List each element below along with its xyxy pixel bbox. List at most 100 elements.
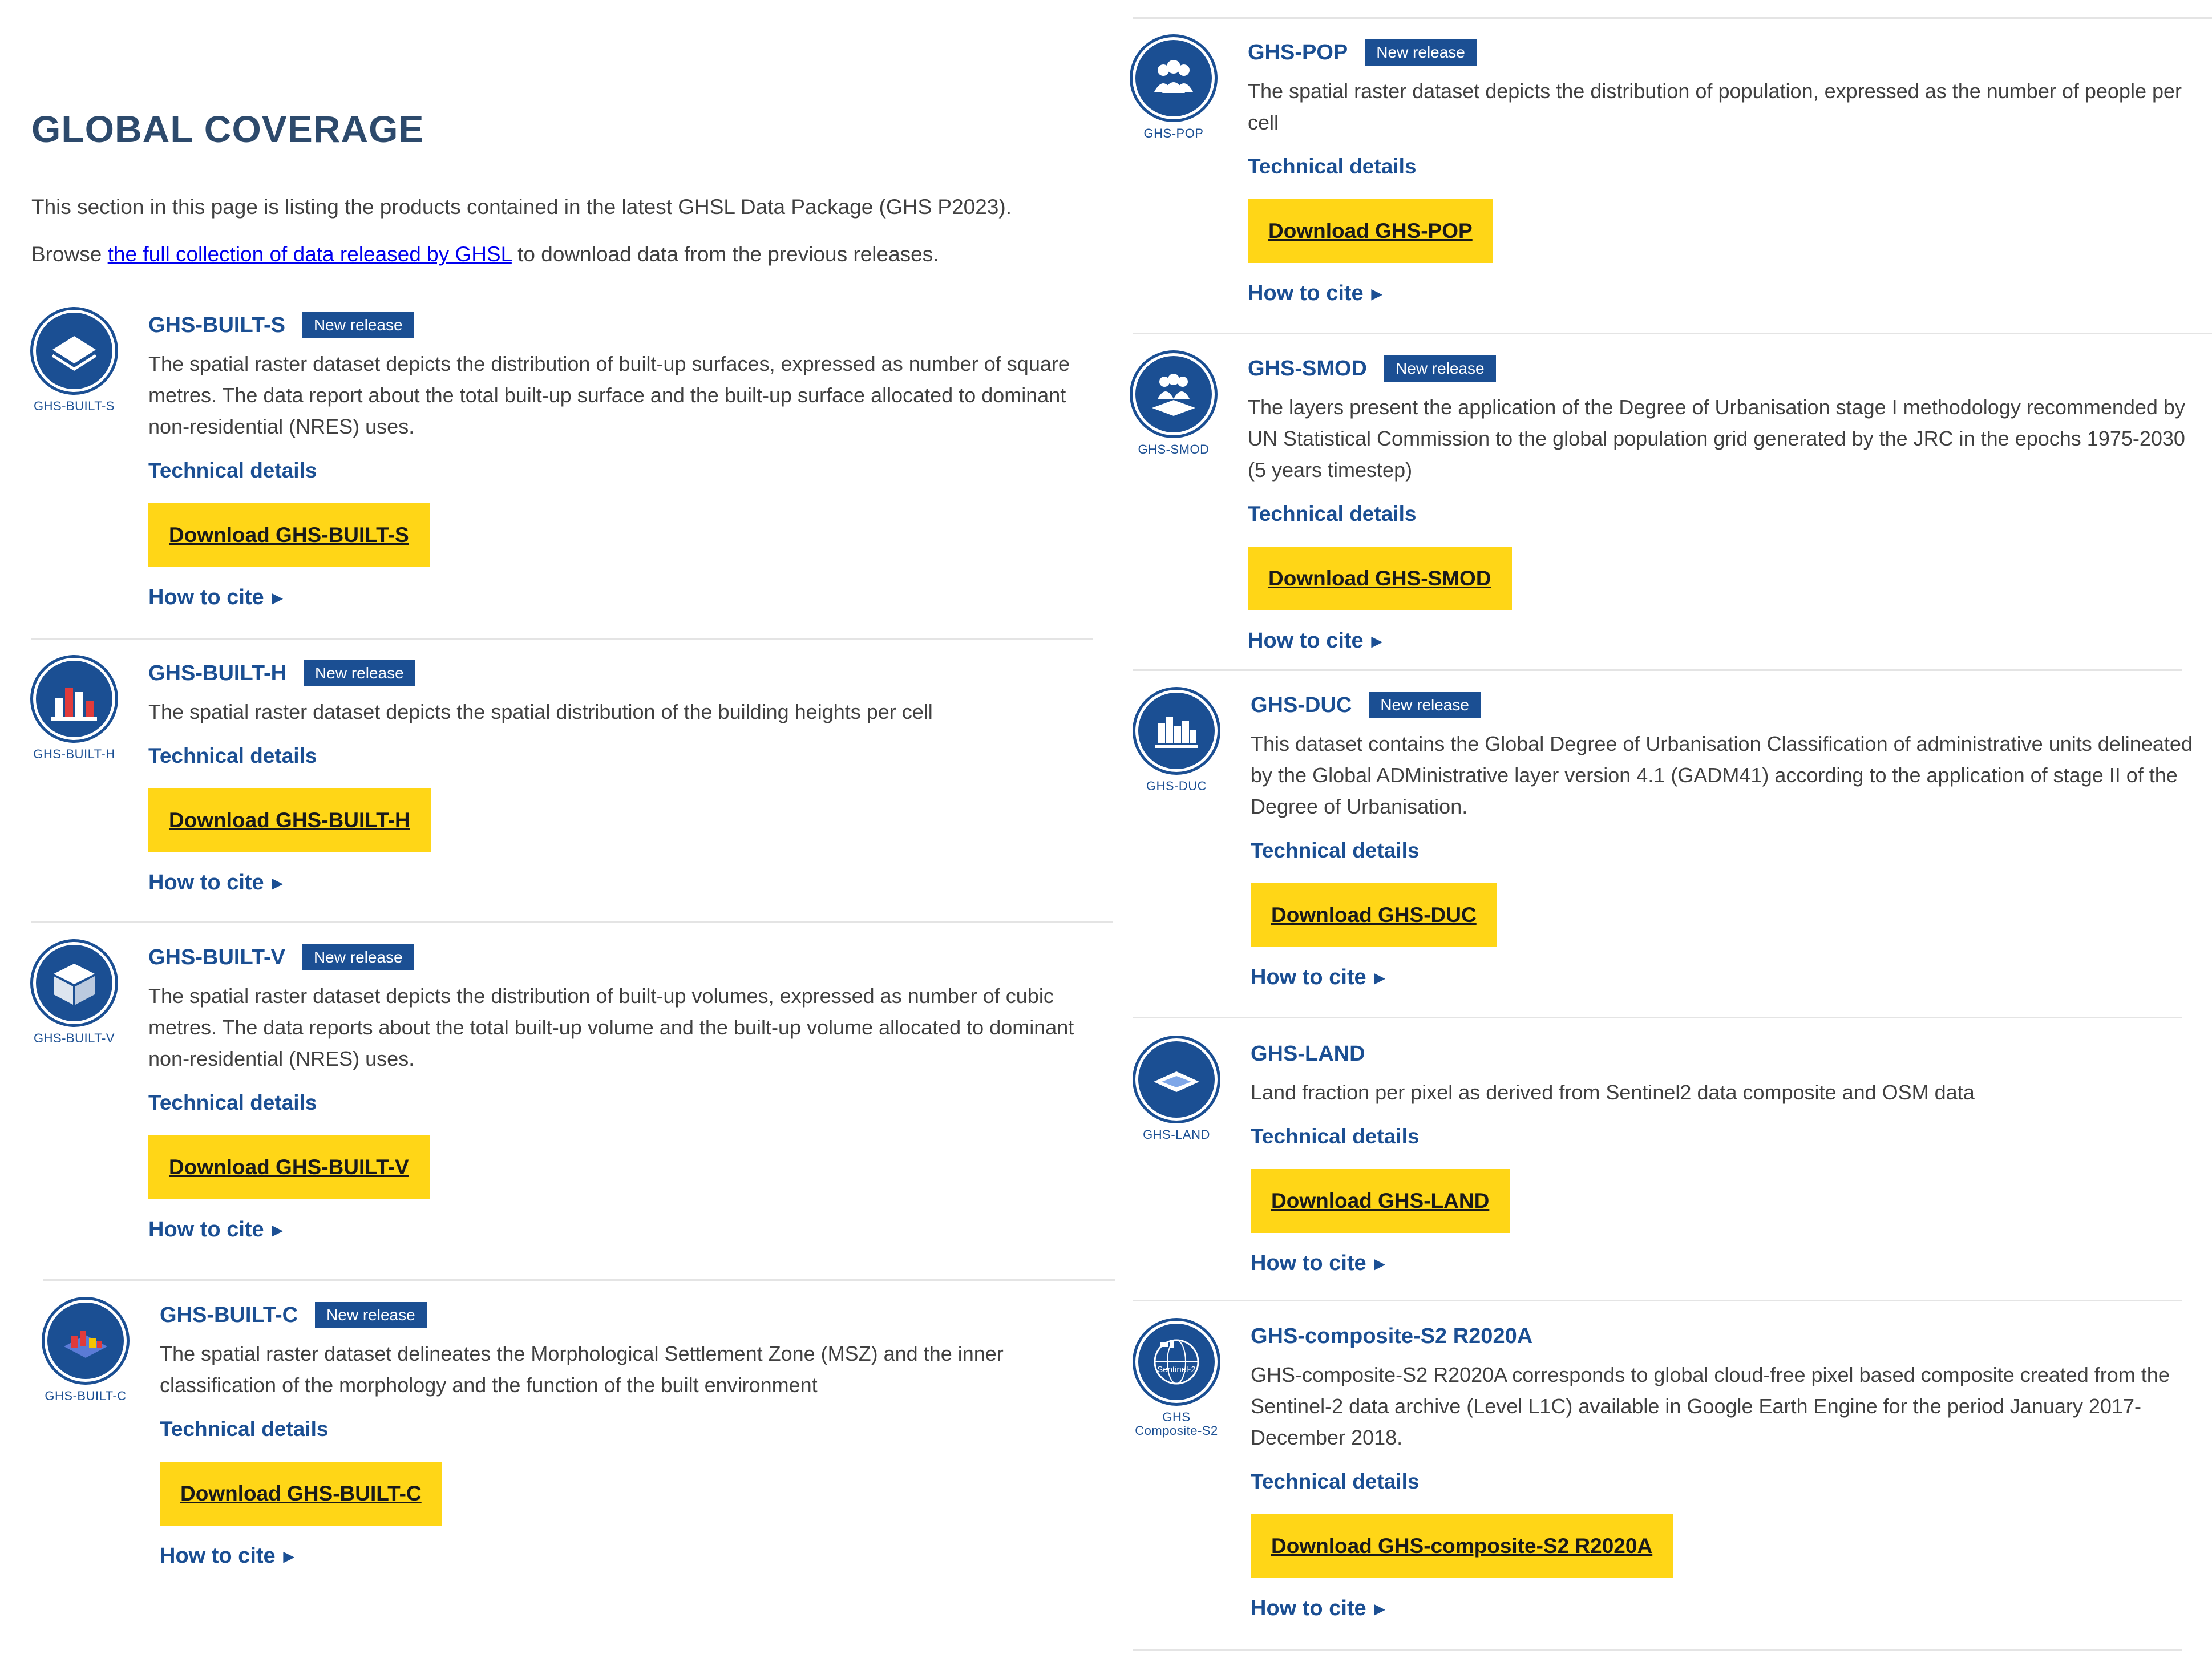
logo-caption: GHS-POP [1143, 126, 1204, 140]
product-title-row: GHS-composite-S2 R2020A [1251, 1320, 2186, 1352]
how-to-cite-toggle[interactable]: How to cite ▶ [148, 583, 1101, 613]
logo-caption: GHS-BUILT-V [33, 1031, 115, 1045]
divider [31, 921, 1113, 923]
download-button[interactable]: Download GHS-LAND [1251, 1169, 1510, 1233]
logo-circle [1138, 1041, 1215, 1118]
technical-details-link[interactable]: Technical details [148, 740, 1101, 771]
logo-caption: GHS-BUILT-H [33, 747, 115, 761]
product-title: GHS-LAND [1251, 1041, 1365, 1066]
product-logo: GHS-SMOD [1131, 356, 1216, 456]
download-button[interactable]: Download GHS-BUILT-S [148, 503, 430, 567]
product-title: GHS-POP [1248, 40, 1348, 64]
intro-text: This section in this page is listing the… [31, 195, 1012, 219]
expand-arrow-icon: ▶ [1374, 970, 1385, 986]
new-release-badge: New release [302, 944, 414, 970]
how-to-cite-toggle[interactable]: How to cite ▶ [1251, 963, 2198, 993]
technical-details-link[interactable]: Technical details [1251, 835, 2198, 866]
download-button[interactable]: Download GHS-BUILT-H [148, 788, 431, 852]
download-button[interactable]: Download GHS-SMOD [1248, 547, 1512, 610]
logo-circle [1135, 356, 1212, 432]
full-collection-link[interactable]: the full collection of data released by … [108, 242, 512, 266]
logo-circle [47, 1303, 124, 1379]
how-to-cite-label: How to cite [1251, 1596, 1366, 1620]
product-title: GHS-BUILT-C [160, 1303, 298, 1327]
product-logo: GHS-BUILT-S [31, 313, 117, 413]
buildings-icon [51, 688, 97, 721]
download-button[interactable]: Download GHS-composite-S2 R2020A [1251, 1514, 1673, 1578]
expand-arrow-icon: ▶ [272, 590, 283, 606]
logo-circle [36, 661, 112, 737]
technical-details-link[interactable]: Technical details [148, 455, 1101, 486]
download-button[interactable]: Download GHS-DUC [1251, 883, 1497, 947]
product-title-row: GHS-BUILT-V New release [148, 941, 1113, 973]
technical-details-link[interactable]: Technical details [148, 1087, 1113, 1118]
product-logo: GHS-LAND [1134, 1041, 1219, 1142]
how-to-cite-label: How to cite [1251, 1251, 1366, 1275]
new-release-badge: New release [1384, 355, 1496, 382]
new-release-badge: New release [315, 1302, 427, 1328]
expand-arrow-icon: ▶ [272, 875, 283, 891]
divider [43, 1279, 1115, 1281]
product-description: GHS-composite-S2 R2020A corresponds to g… [1251, 1363, 2170, 1449]
divider [1133, 333, 2212, 334]
expand-arrow-icon: ▶ [283, 1548, 294, 1564]
technical-details-link[interactable]: Technical details [1251, 1121, 2198, 1152]
logo-caption: GHS-DUC [1146, 779, 1207, 793]
city-skyline-icon [1155, 717, 1198, 748]
how-to-cite-toggle[interactable]: How to cite ▶ [1251, 1249, 2198, 1279]
people-layer-icon [1152, 374, 1195, 416]
product-title: GHS-composite-S2 R2020A [1251, 1324, 1533, 1348]
settlement-zone-icon [64, 1331, 107, 1358]
expand-arrow-icon: ▶ [272, 1222, 283, 1238]
product-logo: GHS-DUC [1134, 693, 1219, 793]
how-to-cite-toggle[interactable]: How to cite ▶ [1251, 1594, 2186, 1624]
divider [1133, 669, 2182, 671]
product-title: GHS-SMOD [1248, 356, 1367, 381]
product-content: GHS-LAND Land fraction per pixel as deriv… [1251, 1038, 2198, 1279]
browse-text: Browse the full collection of data relea… [31, 242, 939, 266]
how-to-cite-toggle[interactable]: How to cite ▶ [148, 1215, 1113, 1245]
divider [1133, 17, 2212, 19]
product-title: GHS-DUC [1251, 693, 1352, 717]
cube-icon [54, 964, 95, 1005]
product-title: GHS-BUILT-H [148, 661, 287, 685]
logo-circle: Sentinel-2 [1138, 1324, 1215, 1400]
logo-circle [1135, 40, 1212, 116]
technical-details-link[interactable]: Technical details [1248, 498, 2195, 529]
land-plate-icon [1154, 1071, 1199, 1092]
logo-circle [1138, 693, 1215, 769]
product-title: GHS-BUILT-S [148, 313, 285, 337]
product-content: GHS-BUILT-V New release The spatial raster… [148, 941, 1113, 1245]
how-to-cite-toggle[interactable]: How to cite ▶ [1248, 279, 2195, 309]
how-to-cite-toggle[interactable]: How to cite ▶ [1248, 626, 2195, 656]
product-description: The spatial raster dataset depicts the d… [1248, 79, 2182, 134]
product-content: GHS-BUILT-H New release The spatial raster… [148, 657, 1101, 898]
expand-arrow-icon: ▶ [1374, 1601, 1385, 1617]
product-content: GHS-BUILT-S New release The spatial raster… [148, 309, 1101, 613]
product-description: The spatial raster dataset depicts the d… [148, 984, 1074, 1070]
product-description: The spatial raster dataset delineates th… [160, 1342, 1004, 1397]
how-to-cite-toggle[interactable]: How to cite ▶ [160, 1542, 1113, 1571]
how-to-cite-label: How to cite [148, 871, 264, 895]
new-release-badge: New release [302, 312, 414, 338]
logo-caption: GHS-LAND [1143, 1127, 1210, 1142]
technical-details-link[interactable]: Technical details [1248, 151, 2195, 182]
product-content: GHS-SMOD New release The layers present th… [1248, 353, 2195, 656]
product-content: GHS-composite-S2 R2020A GHS-composite-S2 … [1251, 1320, 2186, 1624]
technical-details-link[interactable]: Technical details [1251, 1466, 2186, 1497]
technical-details-link[interactable]: Technical details [160, 1413, 1113, 1445]
expand-arrow-icon: ▶ [1371, 286, 1382, 302]
divider [1133, 1649, 2182, 1651]
how-to-cite-label: How to cite [148, 1218, 264, 1241]
product-title-row: GHS-DUC New release [1251, 689, 2198, 721]
download-button[interactable]: Download GHS-BUILT-V [148, 1135, 430, 1199]
download-button[interactable]: Download GHS-BUILT-C [160, 1462, 442, 1526]
logo-circle [36, 945, 112, 1021]
logo-caption: GHS Composite-S2 [1135, 1410, 1218, 1438]
new-release-badge: New release [1369, 692, 1481, 718]
how-to-cite-toggle[interactable]: How to cite ▶ [148, 868, 1101, 898]
download-button[interactable]: Download GHS-POP [1248, 199, 1493, 263]
how-to-cite-label: How to cite [1248, 281, 1364, 305]
product-description: The spatial raster dataset depicts the s… [148, 700, 933, 723]
product-title-row: GHS-BUILT-C New release [160, 1299, 1113, 1331]
